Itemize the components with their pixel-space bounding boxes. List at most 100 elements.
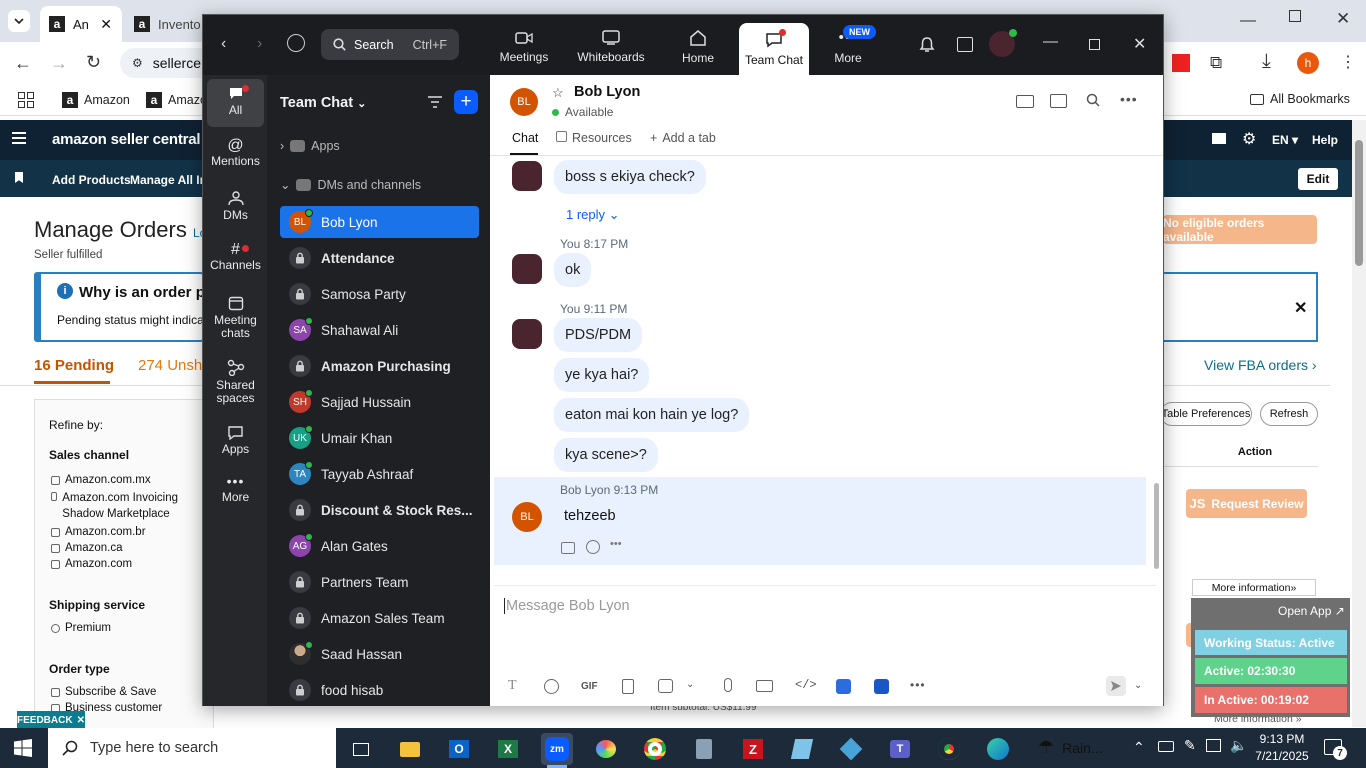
close-window-icon[interactable]: ✕: [1336, 9, 1350, 29]
bookmark-amazon-2[interactable]: a Amazo: [146, 92, 207, 108]
maximize-icon[interactable]: [1089, 39, 1100, 50]
weather-widget[interactable]: ☂ Rain...: [1038, 737, 1103, 758]
nav-more[interactable]: ••• More NEW: [827, 19, 876, 75]
battery-icon[interactable]: [1158, 741, 1174, 752]
chrome-menu-icon[interactable]: ⋮: [1340, 52, 1356, 72]
outlook-icon[interactable]: O: [443, 733, 475, 765]
notification-center-icon[interactable]: 7: [1324, 739, 1347, 760]
address-bar[interactable]: ⚙ sellerce: [120, 48, 210, 78]
feedback-tab[interactable]: FEEDBACK ✕: [17, 711, 85, 729]
all-bookmarks[interactable]: All Bookmarks: [1250, 92, 1350, 106]
tab-add[interactable]: + Add a tab: [650, 131, 716, 145]
message-bubble[interactable]: ok: [554, 253, 592, 287]
task-view-icon[interactable]: [345, 733, 377, 765]
forward-arrow-icon[interactable]: →: [50, 53, 68, 74]
channel-item[interactable]: TA Tayyab Ashraaf: [280, 458, 479, 490]
close-tab-icon[interactable]: ✕: [100, 16, 112, 33]
rail-apps[interactable]: Apps: [207, 425, 264, 456]
refresh-button[interactable]: Refresh: [1260, 402, 1318, 426]
contact-name[interactable]: Bob Lyon: [574, 84, 640, 100]
chat-scrollbar[interactable]: [1154, 157, 1159, 569]
seller-central-logo[interactable]: amazon seller central: [52, 131, 201, 148]
pdf-extension-icon[interactable]: [1172, 54, 1190, 72]
rail-shared-spaces[interactable]: Shared spaces: [207, 359, 264, 405]
video-message-icon[interactable]: [756, 680, 773, 692]
star-icon[interactable]: ☆: [552, 85, 564, 101]
system-clock[interactable]: 9:13 PM 7/21/2025: [1254, 731, 1310, 765]
message-bubble[interactable]: eaton mai kon hain ye log?: [554, 398, 750, 432]
team-chat-title[interactable]: Team Chat ⌄: [280, 95, 366, 111]
channel-item[interactable]: SH Sajjad Hussain: [280, 386, 479, 418]
channel-item[interactable]: UK Umair Khan: [280, 422, 479, 454]
shipping-premium-radio[interactable]: Premium: [51, 622, 111, 638]
channel-item[interactable]: Discount & Stock Res...: [280, 494, 479, 526]
edge-icon[interactable]: [982, 733, 1014, 765]
rail-mentions[interactable]: @ Mentions: [207, 138, 264, 168]
network-icon[interactable]: [1206, 739, 1221, 752]
sender-avatar[interactable]: [512, 254, 542, 284]
channel-item[interactable]: Amazon Sales Team: [280, 602, 479, 634]
teams-icon[interactable]: T: [884, 733, 916, 765]
message-more-icon[interactable]: •••: [610, 538, 622, 550]
back-arrow-icon[interactable]: ←: [14, 53, 32, 74]
channel-checkbox[interactable]: Amazon.com.br: [51, 526, 201, 538]
nav-add-products[interactable]: Add Products: [52, 173, 131, 187]
minimize-icon[interactable]: —: [1240, 12, 1256, 30]
tab-resources[interactable]: Resources: [556, 131, 632, 145]
windows-start-icon[interactable]: [14, 739, 32, 757]
notepad-icon[interactable]: [786, 733, 818, 765]
taskbar-search-box[interactable]: Type here to search: [48, 728, 336, 768]
browser-tab-active[interactable]: a An ✕: [40, 6, 122, 42]
reload-icon[interactable]: ↻: [86, 52, 101, 73]
channel-item[interactable]: AG Alan Gates: [280, 530, 479, 562]
rail-all[interactable]: All: [207, 79, 264, 127]
restore-icon[interactable]: [1289, 10, 1301, 22]
emoji-reaction-icon[interactable]: [586, 540, 600, 554]
share-screen-icon[interactable]: [1050, 94, 1067, 108]
history-icon[interactable]: [287, 34, 305, 52]
tab-chat[interactable]: Chat: [512, 131, 538, 145]
channel-item[interactable]: food hisab: [280, 674, 479, 706]
app-integration-icon[interactable]: [836, 679, 851, 694]
contact-avatar[interactable]: BL: [510, 88, 538, 116]
download-icon[interactable]: ⤓: [1262, 50, 1271, 73]
nav-team-chat[interactable]: Team Chat: [739, 23, 809, 75]
sender-avatar[interactable]: BL: [512, 502, 542, 532]
reply-icon[interactable]: [561, 542, 575, 554]
nav-meetings[interactable]: Meetings: [495, 19, 553, 75]
zoom-taskbar-icon[interactable]: zm: [541, 733, 573, 765]
nav-manage-inventory[interactable]: Manage All Inve: [130, 173, 202, 187]
filezilla-icon[interactable]: Z: [737, 733, 769, 765]
channel-item[interactable]: Amazon Purchasing: [280, 350, 479, 382]
search-chat-icon[interactable]: [1086, 93, 1100, 107]
minimize-icon[interactable]: —: [1043, 33, 1058, 50]
filter-icon[interactable]: [427, 95, 443, 109]
app-diamond-icon[interactable]: [835, 733, 867, 765]
back-icon[interactable]: ‹: [221, 35, 226, 53]
open-app-button[interactable]: Open App ↗: [1278, 604, 1345, 618]
emoji-icon[interactable]: [544, 679, 559, 694]
volume-icon[interactable]: 🔈: [1230, 737, 1247, 754]
forward-icon[interactable]: ›: [257, 35, 262, 53]
attach-file-icon[interactable]: [622, 679, 634, 694]
microphone-icon[interactable]: [724, 678, 732, 692]
message-bubble[interactable]: kya scene>?: [554, 438, 658, 472]
mail-icon[interactable]: [1212, 133, 1226, 144]
rail-meeting-chats[interactable]: Meeting chats: [207, 295, 264, 340]
chrome-icon[interactable]: [639, 733, 671, 765]
close-icon[interactable]: ✕: [1133, 34, 1146, 54]
channel-checkbox[interactable]: Amazon.com.mx: [51, 474, 201, 486]
channel-item[interactable]: SA Shahawal Ali: [280, 314, 479, 346]
message-bubble[interactable]: PDS/PDM: [554, 318, 643, 352]
screenshot-icon[interactable]: [658, 679, 673, 693]
show-hidden-icons[interactable]: ⌃: [1133, 739, 1145, 756]
tab-unshipped[interactable]: 274 Unshi: [138, 357, 206, 374]
bookmark-amazon[interactable]: a Amazon: [62, 92, 130, 108]
new-chat-button[interactable]: +: [454, 90, 478, 114]
calendar-apps-icon[interactable]: [957, 37, 973, 52]
language-selector[interactable]: EN ▾: [1272, 133, 1298, 147]
channel-item[interactable]: Saad Hassan: [280, 638, 479, 670]
message-bubble[interactable]: ye kya hai?: [554, 358, 650, 392]
extensions-icon[interactable]: ⧉: [1210, 53, 1222, 73]
rail-channels[interactable]: # Channels: [207, 242, 264, 272]
